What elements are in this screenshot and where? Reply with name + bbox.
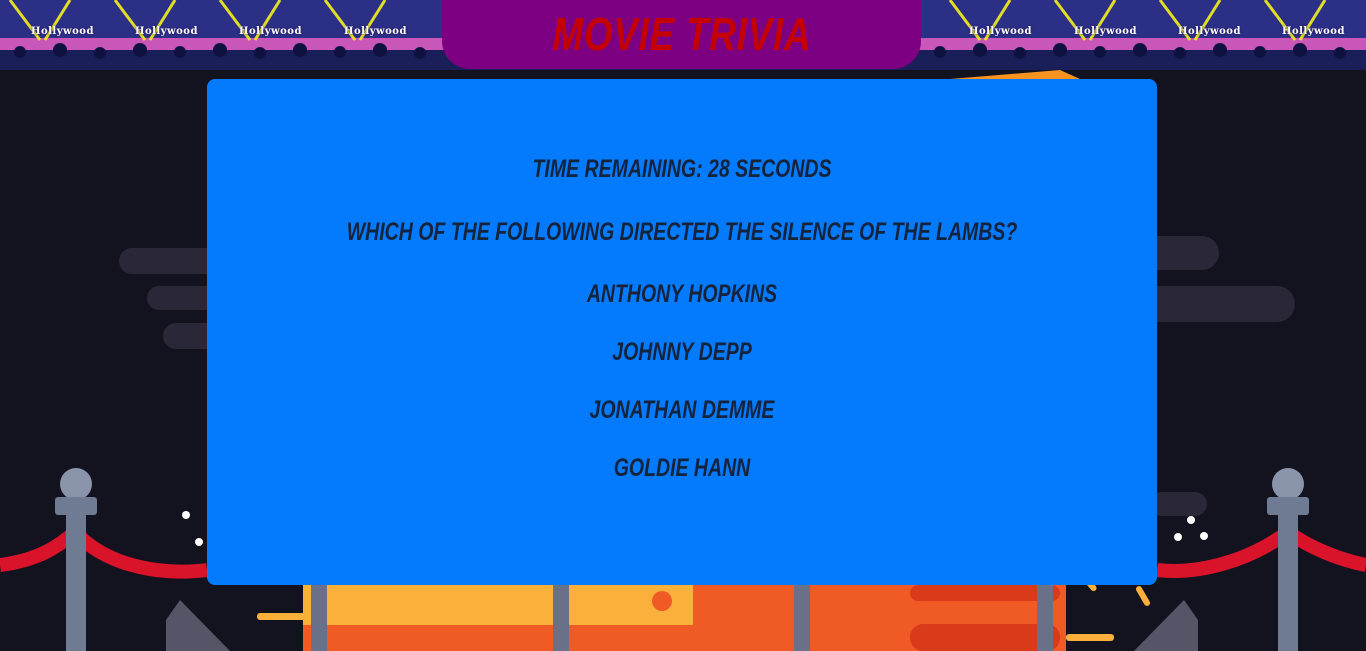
answer-option[interactable]: Jonathan Demme <box>312 396 1053 425</box>
question-text: Which of the following directed The Sile… <box>346 218 1018 246</box>
answer-option[interactable]: Goldie Hann <box>312 454 1053 483</box>
hollywood-sign-label: Hollywood <box>1074 26 1137 37</box>
page-title: Movie Trivia <box>551 8 812 60</box>
hollywood-sign-label: Hollywood <box>969 26 1032 37</box>
hollywood-sign-label: Hollywood <box>239 26 302 37</box>
trivia-panel: Time Remaining: 28 Seconds Which of the … <box>207 79 1157 585</box>
answer-option[interactable]: Johnny Depp <box>312 338 1053 367</box>
answer-option[interactable]: Anthony Hopkins <box>312 280 1053 309</box>
hollywood-sign-label: Hollywood <box>1282 26 1345 37</box>
hollywood-sign-label: Hollywood <box>1178 26 1241 37</box>
hollywood-sign-label: Hollywood <box>344 26 407 37</box>
hollywood-sign-label: Hollywood <box>135 26 198 37</box>
title-banner: Movie Trivia <box>442 0 921 69</box>
hollywood-sign-label: Hollywood <box>31 26 94 37</box>
timer-text: Time Remaining: 28 Seconds <box>532 155 832 183</box>
